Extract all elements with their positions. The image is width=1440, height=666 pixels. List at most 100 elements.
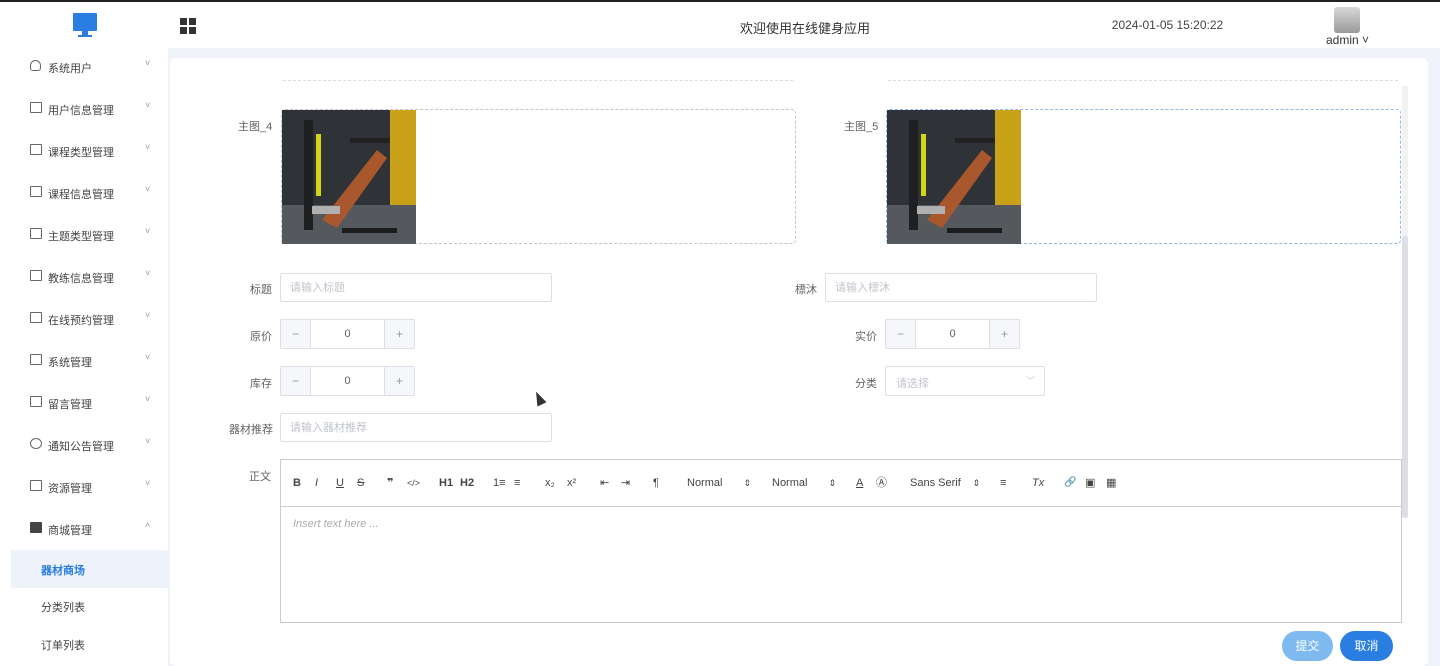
decrement-button[interactable]: − — [886, 320, 916, 348]
align-button[interactable]: ≡ — [1000, 476, 1006, 490]
content-label: 正文 — [249, 471, 271, 483]
strike-button[interactable]: S — [357, 476, 364, 490]
sidebar-item-course-type[interactable]: 课程类型管理 ˅ — [0, 132, 168, 170]
ordered-list-button[interactable]: 1≡ — [493, 476, 506, 490]
sidebar-subitem-label: 订单列表 — [41, 640, 85, 652]
divider — [283, 80, 793, 81]
chevron-down-icon: ˅ — [145, 142, 151, 152]
increment-button[interactable]: + — [384, 320, 414, 348]
increment-button[interactable]: + — [989, 320, 1019, 348]
rtl-button[interactable]: ¶ — [653, 476, 659, 490]
image5-upload[interactable] — [886, 109, 1401, 244]
h2-button[interactable]: H2 — [460, 476, 474, 490]
divider — [888, 80, 1398, 81]
decrement-button[interactable]: − — [281, 367, 311, 395]
sidebar-item-messages[interactable]: 留言管理 ˅ — [0, 384, 168, 422]
sidebar-item-shop[interactable]: 商城管理 ˄ — [0, 510, 168, 548]
list-icon — [30, 144, 42, 155]
chevron-down-icon: ˅ — [145, 100, 151, 110]
printer-icon — [30, 480, 42, 491]
header-picker[interactable]: Normal ⇕ — [772, 476, 836, 490]
link-button[interactable]: 🔗 — [1064, 476, 1076, 490]
shop-icon — [30, 522, 42, 533]
user-avatar[interactable] — [1334, 7, 1360, 33]
sidebar-item-label: 通知公告管理 — [48, 441, 114, 453]
check-icon — [30, 354, 42, 365]
editor-content-area[interactable]: Insert text here ... — [293, 518, 379, 530]
grid-menu-icon[interactable] — [180, 18, 196, 34]
clean-format-button[interactable]: Tx — [1032, 476, 1044, 490]
decrement-button[interactable]: − — [281, 320, 311, 348]
stepper-value[interactable]: 0 — [311, 367, 384, 395]
stepper-value[interactable]: 0 — [916, 320, 989, 348]
sidebar-item-system-users[interactable]: 系统用户 ˅ — [0, 48, 168, 86]
background-color-button[interactable]: Ⓐ — [876, 476, 887, 490]
image4-upload[interactable] — [281, 109, 796, 244]
actual-price-label: 实价 — [855, 331, 877, 343]
list-icon — [30, 270, 42, 281]
category-select[interactable]: 请选择 ﹀ — [885, 366, 1045, 396]
tag-input[interactable] — [825, 273, 1097, 302]
sidebar-item-label: 留言管理 — [48, 399, 92, 411]
list-icon — [30, 228, 42, 239]
sidebar-item-label: 资源管理 — [48, 483, 92, 495]
sidebar-item-system[interactable]: 系统管理 ˅ — [0, 342, 168, 380]
user-icon — [30, 60, 41, 71]
gear-icon — [30, 438, 42, 449]
sidebar-item-user-info[interactable]: 用户信息管理 ˅ — [0, 90, 168, 128]
blockquote-button[interactable]: ❞ — [387, 476, 393, 490]
font-color-button[interactable]: A — [856, 476, 863, 490]
sidebar-subitem-order-list[interactable]: 订单列表 — [0, 625, 168, 663]
underline-button[interactable]: U — [336, 476, 344, 490]
sidebar-item-coach-info[interactable]: 教练信息管理 ˅ — [0, 258, 168, 296]
stepper-value[interactable]: 0 — [311, 320, 384, 348]
updown-icon: ⇕ — [972, 478, 980, 488]
subscript-button[interactable]: x₂ — [545, 476, 555, 490]
scrollbar-thumb[interactable] — [1402, 236, 1408, 518]
original-price-stepper[interactable]: − 0 + — [280, 319, 415, 349]
list-icon — [30, 102, 42, 113]
equipment-image — [282, 110, 416, 244]
chevron-down-icon: ˅ — [145, 226, 151, 236]
font-picker[interactable]: Sans Serif ⇕ — [910, 476, 980, 490]
stock-stepper[interactable]: − 0 + — [280, 366, 415, 396]
chevron-down-icon: ˅ — [145, 478, 151, 488]
sidebar-item-label: 商城管理 — [48, 525, 92, 537]
code-button[interactable]: </> — [407, 476, 420, 490]
sidebar-subitem-category-list[interactable]: 分类列表 — [0, 587, 168, 625]
equipment-image — [887, 110, 1021, 244]
actual-price-stepper[interactable]: − 0 + — [885, 319, 1020, 349]
title-input[interactable] — [280, 273, 552, 302]
superscript-button[interactable]: x² — [567, 476, 576, 490]
font-picker-label: Sans Serif — [910, 477, 961, 489]
image-button[interactable]: ▣ — [1085, 476, 1095, 490]
outdent-button[interactable]: ⇤ — [600, 476, 609, 490]
datetime-display: 2024-01-05 15:20:22 — [1111, 18, 1224, 32]
size-picker[interactable]: Normal ⇕ — [687, 476, 751, 490]
sidebar-item-course-info[interactable]: 课程信息管理 ˅ — [0, 174, 168, 212]
increment-button[interactable]: + — [384, 367, 414, 395]
h1-button[interactable]: H1 — [439, 476, 453, 490]
bullet-list-button[interactable]: ≡ — [514, 476, 520, 490]
sidebar-subitem-equipment-mall[interactable]: 器材商场 — [11, 550, 168, 588]
user-dropdown[interactable]: admin ˅ — [1326, 33, 1369, 47]
indent-button[interactable]: ⇥ — [621, 476, 630, 490]
stock-label: 库存 — [250, 378, 272, 390]
bold-button[interactable]: B — [293, 476, 301, 490]
recommend-input[interactable] — [280, 413, 552, 442]
sidebar-item-resources[interactable]: 资源管理 ˅ — [0, 468, 168, 506]
sidebar-item-booking[interactable]: 在线预约管理 ˅ — [0, 300, 168, 338]
vertical-scrollbar[interactable] — [1402, 86, 1408, 518]
cancel-button[interactable]: 取消 — [1340, 631, 1393, 661]
image5-label: 主图_5 — [844, 121, 879, 133]
video-button[interactable]: ▦ — [1106, 476, 1116, 490]
original-price-label: 原价 — [250, 331, 272, 343]
sidebar-item-topic-type[interactable]: 主题类型管理 ˅ — [0, 216, 168, 254]
sidebar-item-notices[interactable]: 通知公告管理 ˅ — [0, 426, 168, 464]
submit-button[interactable]: 提交 — [1282, 631, 1333, 661]
recommend-label: 器材推荐 — [229, 424, 273, 436]
italic-button[interactable]: I — [315, 476, 318, 490]
category-label: 分类 — [855, 378, 877, 390]
select-placeholder: 请选择 — [896, 378, 929, 390]
chevron-down-icon: ˅ — [145, 58, 151, 68]
